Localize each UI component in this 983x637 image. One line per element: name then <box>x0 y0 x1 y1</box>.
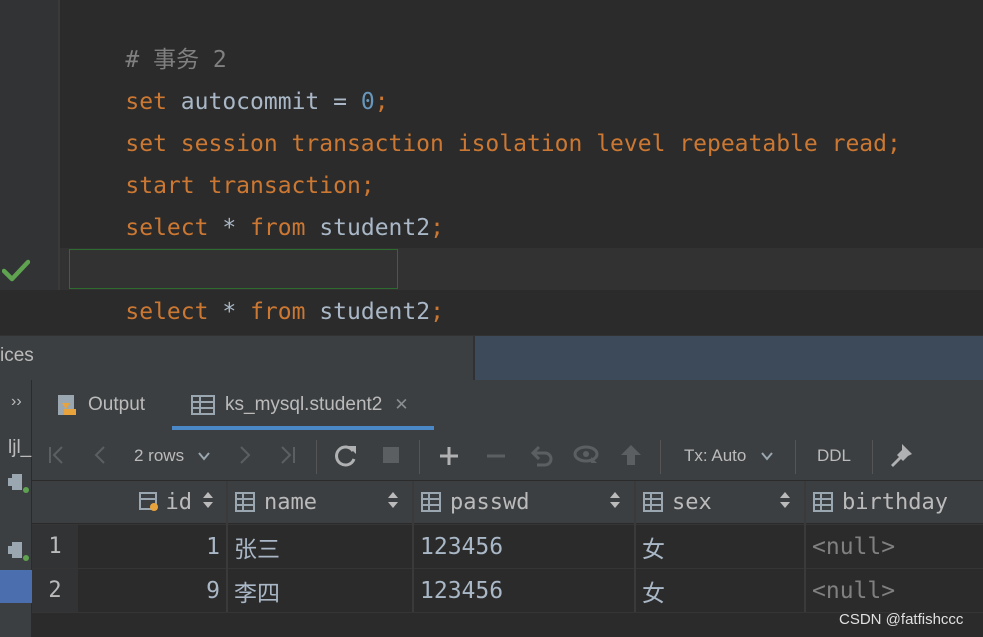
cell-id[interactable]: 1 <box>78 525 220 568</box>
executed-check-icon <box>2 259 30 282</box>
semicolon: ; <box>430 299 444 325</box>
transaction-mode-dropdown[interactable]: Tx: Auto <box>684 446 746 466</box>
chevron-down-icon[interactable] <box>759 448 775 464</box>
table-identifier: student2 <box>319 299 431 325</box>
keyword: select <box>125 299 209 325</box>
column-icon <box>235 492 255 512</box>
code-line-2[interactable]: set autocommit = 0; <box>70 39 388 115</box>
revert-icon[interactable] <box>529 443 555 469</box>
selected-tree-item[interactable] <box>0 570 32 603</box>
previous-page-icon[interactable] <box>90 444 112 466</box>
code-line-7[interactable]: select * from student2; <box>70 249 444 325</box>
add-row-icon[interactable] <box>437 444 461 468</box>
close-icon[interactable]: ✕ <box>394 395 408 415</box>
services-header <box>0 335 983 381</box>
table-icon <box>191 395 215 415</box>
grid-line <box>32 524 983 525</box>
output-icon <box>58 395 76 415</box>
chevron-down-icon[interactable] <box>196 448 212 464</box>
row-number[interactable]: 1 <box>32 525 78 568</box>
toolbar-divider <box>316 440 317 474</box>
semicolon: ; <box>430 215 444 241</box>
keyword: select <box>125 215 209 241</box>
keyword: from <box>250 215 306 241</box>
cell-passwd[interactable]: 123456 <box>420 569 632 612</box>
toolbar-divider <box>872 440 873 474</box>
gutter-divider <box>58 0 60 290</box>
grid-column-divider <box>226 481 228 612</box>
session-icon[interactable] <box>6 540 30 562</box>
cell-passwd[interactable]: 123456 <box>420 525 632 568</box>
grid-column-divider <box>804 481 806 612</box>
editor-gutter <box>0 0 58 290</box>
delete-row-icon[interactable] <box>484 444 508 468</box>
column-name: id <box>165 489 193 515</box>
rows-count-label[interactable]: 2 rows <box>134 446 184 466</box>
result-tab-bar <box>32 380 983 431</box>
services-title: ices <box>0 345 34 366</box>
services-tree-panel <box>0 380 32 637</box>
sort-icon[interactable] <box>202 491 214 509</box>
cell-birthday[interactable]: <null> <box>812 525 982 568</box>
tab-label: ks_mysql.student2 <box>225 394 383 415</box>
sort-icon[interactable] <box>779 491 791 509</box>
submit-icon[interactable] <box>619 443 643 469</box>
column-name: sex <box>672 489 712 515</box>
cell-sex[interactable]: 女 <box>642 525 802 568</box>
sort-icon[interactable] <box>609 491 621 509</box>
grid-line <box>32 568 983 569</box>
tree-item-label[interactable]: ljl_ <box>8 437 31 459</box>
column-header-name[interactable]: name <box>228 481 412 523</box>
column-name: birthday <box>842 489 948 515</box>
row-number-header <box>32 481 78 523</box>
code-line-3[interactable]: set session transaction isolation level … <box>70 81 900 157</box>
refresh-icon[interactable] <box>333 443 359 469</box>
star-operator: * <box>222 215 237 241</box>
cell-sex[interactable]: 女 <box>642 569 802 612</box>
grid-column-divider <box>634 481 636 612</box>
last-page-icon[interactable] <box>276 444 298 466</box>
sql-editor[interactable]: # 事务 2 set autocommit = 0; set session t… <box>0 0 983 335</box>
pin-icon[interactable] <box>888 442 914 468</box>
sort-icon[interactable] <box>387 491 399 509</box>
column-name: name <box>264 489 317 515</box>
keyword: from <box>250 299 306 325</box>
stop-icon[interactable] <box>380 444 402 466</box>
next-page-icon[interactable] <box>233 444 255 466</box>
cell-name[interactable]: 张三 <box>234 525 410 568</box>
ddl-button[interactable]: DDL <box>817 446 851 466</box>
session-icon[interactable] <box>6 472 30 494</box>
code-line-1[interactable]: # 事务 2 <box>70 0 226 73</box>
column-icon <box>813 492 833 512</box>
tab-result-table[interactable]: ks_mysql.student2 ✕ <box>191 380 409 430</box>
column-icon <box>643 492 663 512</box>
toolbar-divider <box>795 440 796 474</box>
toolbar-divider <box>419 440 420 474</box>
primary-key-column-icon <box>138 492 158 511</box>
first-page-icon[interactable] <box>46 444 68 466</box>
star-operator: * <box>222 299 237 325</box>
watermark-text: CSDN @fatfishccc <box>839 611 964 628</box>
cell-name[interactable]: 李四 <box>234 569 410 612</box>
column-header-passwd[interactable]: passwd <box>414 481 634 523</box>
row-number[interactable]: 2 <box>32 569 78 612</box>
tab-output[interactable]: Output <box>56 380 145 430</box>
column-name: passwd <box>450 489 530 515</box>
cell-id[interactable]: 9 <box>78 569 220 612</box>
preview-changes-icon[interactable] <box>573 443 601 469</box>
code-line-5[interactable]: select * from student2; <box>70 165 444 241</box>
column-icon <box>421 492 441 512</box>
cell-birthday[interactable]: <null> <box>812 569 982 612</box>
table-identifier: student2 <box>319 215 431 241</box>
tab-label: Output <box>88 394 146 415</box>
expand-chevron-icon[interactable]: ›› <box>11 393 22 411</box>
code-line-4[interactable]: start transaction; <box>70 123 374 199</box>
column-header-birthday[interactable]: birthday <box>806 481 983 523</box>
grid-column-divider <box>412 481 414 612</box>
toolbar-divider <box>660 440 661 474</box>
